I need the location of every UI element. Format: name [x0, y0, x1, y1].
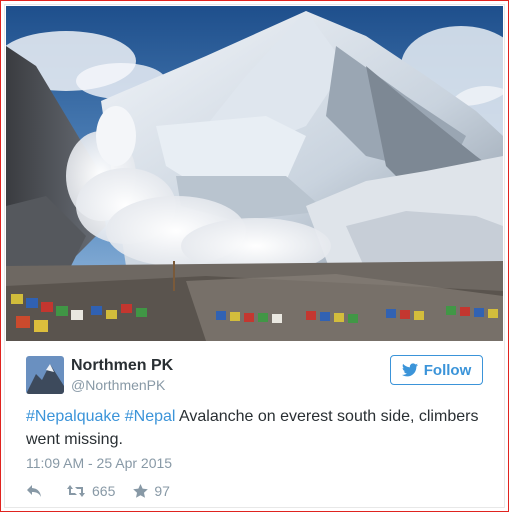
- tweet-text: #Nepalquake #Nepal Avalanche on everest …: [26, 405, 486, 451]
- retweet-count: 665: [92, 483, 116, 499]
- tweet-actions: 665 97: [26, 481, 170, 501]
- reply-button[interactable]: [26, 484, 42, 498]
- follow-button[interactable]: Follow: [390, 355, 483, 385]
- avalanche-photo: [6, 6, 503, 341]
- screenshot-frame: Northmen PK @NorthmenPK Follow #Nepalqua…: [0, 0, 509, 512]
- favorite-button[interactable]: 97: [133, 483, 170, 499]
- hashtag-link[interactable]: #Nepal: [125, 408, 176, 425]
- author-name[interactable]: Northmen PK: [71, 357, 173, 375]
- tweet-card: Northmen PK @NorthmenPK Follow #Nepalqua…: [5, 5, 504, 507]
- twitter-bird-icon: [401, 363, 418, 377]
- favorite-count: 97: [154, 483, 170, 499]
- hashtag-link[interactable]: #Nepalquake: [26, 408, 120, 425]
- author-avatar[interactable]: [26, 356, 64, 394]
- retweet-icon: [67, 485, 85, 497]
- author-handle[interactable]: @NorthmenPK: [71, 377, 165, 393]
- follow-label: Follow: [423, 361, 472, 379]
- retweet-button[interactable]: 665: [66, 483, 115, 499]
- reply-icon: [27, 485, 41, 497]
- tweet-timestamp[interactable]: 11:09 AM - 25 Apr 2015: [26, 455, 172, 471]
- star-icon: [133, 484, 149, 498]
